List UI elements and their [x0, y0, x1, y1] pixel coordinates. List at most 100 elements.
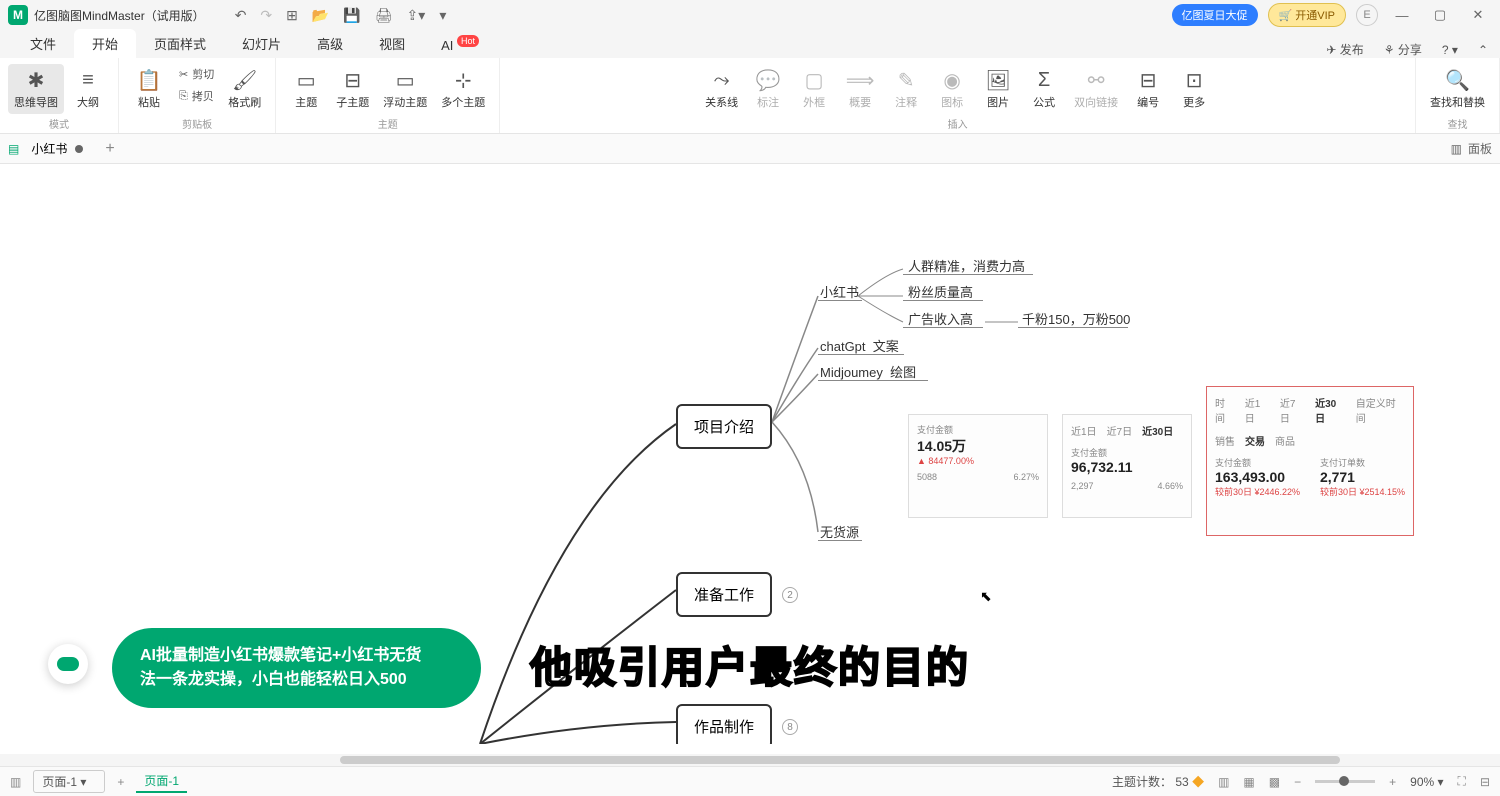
summary-button[interactable]: ⟹概要 [838, 64, 882, 114]
zoom-out-button[interactable]: − [1294, 775, 1301, 789]
node-intro[interactable]: 项目介绍 [676, 404, 772, 449]
leaf-midjourney[interactable]: Midjoumey 绘图 [820, 362, 916, 381]
subtopic-button[interactable]: ⊟子主题 [330, 64, 375, 114]
add-tab-button[interactable]: + [95, 140, 124, 158]
tab-advanced[interactable]: 高级 [299, 29, 361, 58]
tab-pagestyle[interactable]: 页面样式 [136, 29, 224, 58]
multi-topic-button[interactable]: ⊹多个主题 [435, 64, 491, 114]
fit-screen-icon[interactable]: ⛶ [1458, 774, 1466, 789]
redo-icon[interactable]: ↷ [260, 7, 272, 24]
float-topic-button[interactable]: ▭浮动主题 [377, 64, 433, 114]
leaf-wuhuoyuan[interactable]: 无货源 [820, 522, 859, 541]
view-mode-3-icon[interactable]: ▩ [1269, 775, 1280, 789]
float-icon: ▭ [396, 68, 415, 92]
canvas[interactable]: 项目介绍 准备工作 2 作品制作 8 小红书 人群精准，消费力高 粉丝质量高 广… [0, 164, 1500, 744]
outline-mode-button[interactable]: ≡大纲 [66, 64, 110, 114]
minimize-icon[interactable]: — [1388, 8, 1416, 23]
leaf-3-sub[interactable]: 千粉150，万粉500 [1022, 309, 1130, 328]
node-work-count[interactable]: 8 [782, 719, 798, 735]
tab-file[interactable]: 文件 [12, 29, 74, 58]
h-scroll-thumb[interactable] [340, 756, 1340, 764]
topic-button[interactable]: ▭主题 [284, 64, 328, 114]
cut-button[interactable]: ✂剪切 [173, 64, 220, 84]
icon-button[interactable]: ◉图标 [930, 64, 974, 114]
collapse-ribbon-icon[interactable]: ⌃ [1478, 43, 1488, 57]
leaf-3[interactable]: 广告收入高 [908, 309, 973, 328]
print-icon[interactable]: 🖨 [375, 7, 393, 24]
titlebar-right: 亿图夏日大促 🛒 开通VIP E — ▢ ✕ [1172, 3, 1492, 27]
copy-icon: ⎘ [179, 90, 188, 103]
image-button[interactable]: 🖼图片 [976, 64, 1020, 114]
page-select[interactable]: 页面-1 ▾ [33, 770, 105, 793]
tab-slides[interactable]: 幻灯片 [224, 29, 299, 58]
new-icon[interactable]: ⊞ [286, 7, 298, 24]
formula-button[interactable]: Σ公式 [1022, 64, 1066, 114]
doc-tab[interactable]: 小红书 [19, 136, 95, 161]
boundary-icon: ▢ [805, 68, 824, 92]
boundary-button[interactable]: ▢外框 [792, 64, 836, 114]
hyperlink-button[interactable]: ⚯双向链接 [1068, 64, 1124, 114]
maximize-icon[interactable]: ▢ [1426, 7, 1454, 23]
number-button[interactable]: ⊟编号 [1126, 64, 1170, 114]
zoom-slider[interactable] [1315, 780, 1375, 783]
relation-button[interactable]: ⤳关系线 [699, 64, 744, 114]
undo-icon[interactable]: ↶ [235, 7, 247, 24]
image-icon: 🖼 [985, 68, 1010, 92]
publish-button[interactable]: ✈ 发布 [1326, 41, 1363, 58]
format-painter-button[interactable]: 🖌格式刷 [222, 64, 267, 114]
callout-button[interactable]: 💬标注 [746, 64, 790, 114]
app-title: 亿图脑图MindMaster（试用版） [34, 7, 205, 24]
leaf-xhs[interactable]: 小红书 [820, 282, 859, 301]
leaf-chatgpt[interactable]: chatGpt 文案 [820, 336, 899, 355]
cut-icon: ✂ [179, 68, 188, 81]
save-icon[interactable]: 💾 [343, 7, 360, 24]
vip-badge[interactable]: 🛒 开通VIP [1268, 3, 1346, 27]
user-avatar[interactable]: E [1356, 4, 1378, 26]
screenshot-3[interactable]: 时间近1日近7日近30日自定义时间 销售交易商品 支付金额163,493.00较… [1206, 386, 1414, 536]
find-button[interactable]: 🔍查找和替换 [1424, 64, 1491, 114]
page-tab[interactable]: 页面-1 [136, 770, 187, 793]
doc-tabs: ▤ 小红书 + ▥ 面板 [0, 134, 1500, 164]
tab-start[interactable]: 开始 [74, 29, 136, 58]
screenshot-2[interactable]: 近1日近7日近30日 支付金额 96,732.11 2,2974.66% [1062, 414, 1192, 518]
node-prep-count[interactable]: 2 [782, 587, 798, 603]
view-mode-1-icon[interactable]: ▥ [1218, 775, 1229, 789]
add-page-button[interactable]: + [117, 775, 124, 789]
help-icon[interactable]: ? ▾ [1442, 43, 1458, 57]
paste-button[interactable]: 📋粘贴 [127, 64, 171, 114]
close-icon[interactable]: ✕ [1464, 7, 1492, 23]
pages-panel-icon[interactable]: ▥ [10, 775, 21, 789]
tab-view[interactable]: 视图 [361, 29, 423, 58]
copy-button[interactable]: ⎘拷贝 [173, 86, 220, 106]
topic-icon: ▭ [297, 68, 316, 92]
leaf-2[interactable]: 粉丝质量高 [908, 282, 973, 301]
zoom-level[interactable]: 90% ▾ [1410, 775, 1443, 789]
export-icon[interactable]: ⇪▾ [407, 7, 426, 24]
node-prep[interactable]: 准备工作 [676, 572, 772, 617]
collapse-icon[interactable]: ⊟ [1480, 775, 1490, 789]
tab-ai[interactable]: AI Hot [423, 33, 497, 58]
view-mode-2-icon[interactable]: ▦ [1243, 775, 1254, 789]
share-button[interactable]: ⚘ 分享 [1384, 41, 1422, 58]
mindmap-icon: ✱ [28, 68, 45, 92]
mindmap-mode-button[interactable]: ✱思维导图 [8, 64, 64, 114]
paste-icon: 📋 [137, 68, 162, 92]
node-work[interactable]: 作品制作 [676, 704, 772, 744]
note-button[interactable]: ✎注释 [884, 64, 928, 114]
open-icon[interactable]: 📂 [312, 7, 329, 24]
callout-icon: 💬 [756, 68, 781, 92]
more-icon: ⊡ [1186, 68, 1203, 92]
promo-badge[interactable]: 亿图夏日大促 [1172, 4, 1258, 26]
hot-badge: Hot [457, 35, 479, 47]
subtopic-icon: ⊟ [344, 68, 361, 92]
screenshot-1[interactable]: 支付金额 14.05万 ▲ 84477.00% 50886.27% [908, 414, 1048, 518]
qat-more-icon[interactable]: ▾ [439, 7, 446, 24]
leaf-1[interactable]: 人群精准，消费力高 [908, 256, 1025, 275]
more-button[interactable]: ⊡更多 [1172, 64, 1216, 114]
h-scrollbar[interactable] [0, 754, 1500, 766]
panel-toggle[interactable]: ▥ 面板 [1451, 140, 1492, 157]
zoom-in-button[interactable]: + [1389, 775, 1396, 789]
assistant-fab[interactable] [48, 644, 88, 684]
relation-icon: ⤳ [714, 68, 730, 92]
formula-icon: Σ [1038, 68, 1050, 92]
